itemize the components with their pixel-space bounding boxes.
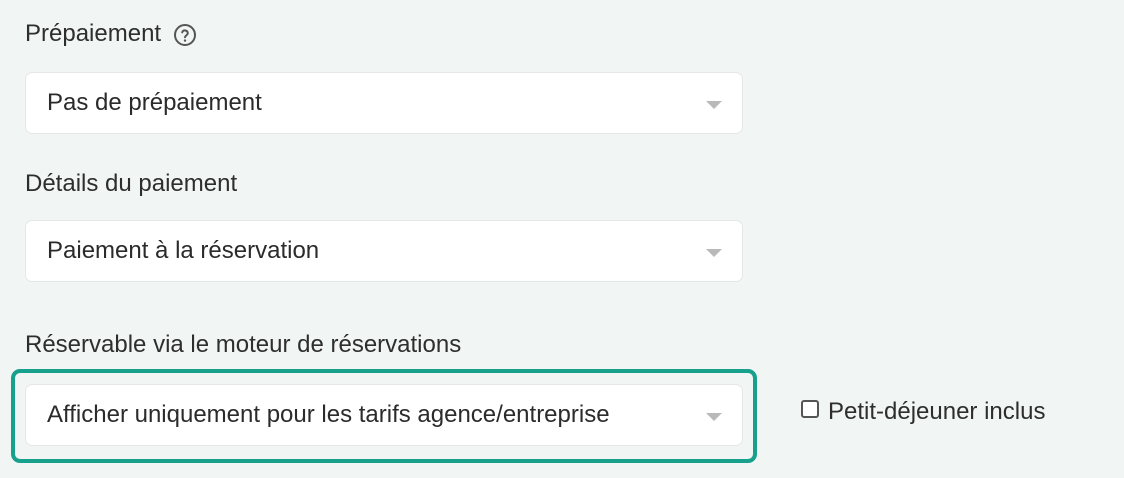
prepayment-select-value: Pas de prépaiement bbox=[47, 89, 262, 116]
payment-details-select-value: Paiement à la réservation bbox=[47, 237, 320, 264]
booking-engine-label: Réservable via le moteur de réservations bbox=[25, 331, 462, 358]
breakfast-included-option[interactable]: Petit-déjeuner inclus bbox=[801, 398, 1045, 426]
prepayment-select[interactable]: Pas de prépaiement bbox=[25, 72, 743, 134]
prepayment-label: Prépaiement bbox=[25, 20, 162, 47]
booking-engine-select-value: Afficher uniquement pour les tarifs agen… bbox=[47, 401, 610, 428]
payment-details-label-row: Détails du paiement bbox=[25, 170, 237, 198]
booking-engine-label-row: Réservable via le moteur de réservations bbox=[25, 331, 461, 359]
help-circle-icon[interactable] bbox=[173, 23, 197, 46]
booking-engine-select[interactable]: Afficher uniquement pour les tarifs agen… bbox=[25, 384, 743, 446]
chevron-down-icon bbox=[706, 413, 722, 421]
payment-details-label: Détails du paiement bbox=[25, 170, 238, 197]
rate-settings-form: Prépaiement Pas de prépaiement Détails d… bbox=[0, 0, 1124, 478]
chevron-down-icon bbox=[706, 249, 722, 257]
breakfast-included-checkbox[interactable] bbox=[801, 400, 819, 418]
payment-details-select[interactable]: Paiement à la réservation bbox=[25, 220, 743, 282]
prepayment-label-row: Prépaiement bbox=[25, 20, 197, 48]
breakfast-included-label: Petit-déjeuner inclus bbox=[828, 398, 1046, 425]
chevron-down-icon bbox=[706, 101, 722, 109]
